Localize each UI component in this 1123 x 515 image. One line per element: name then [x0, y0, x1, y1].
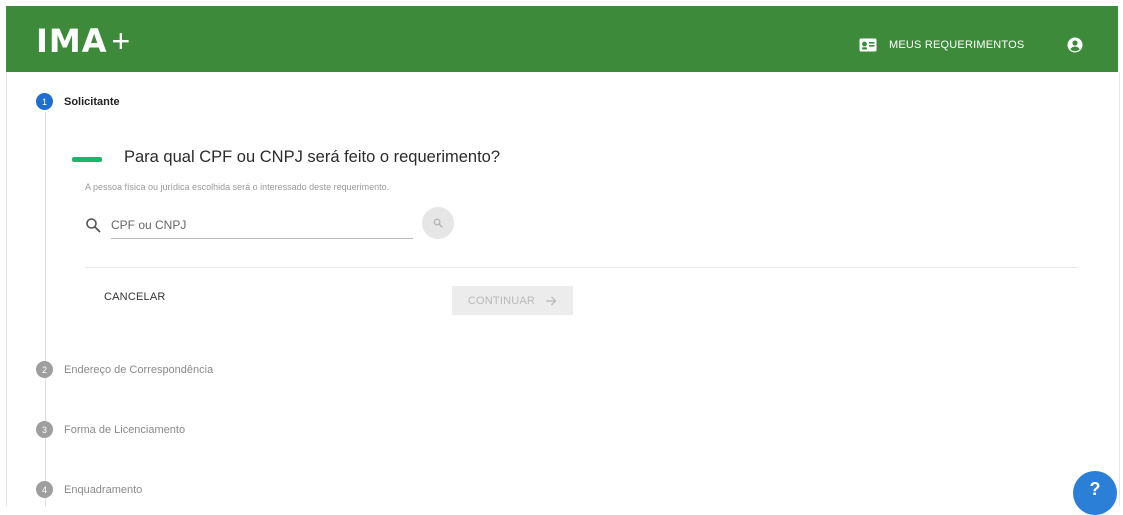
step-label: Solicitante: [64, 95, 120, 108]
step-number-badge: 2: [36, 361, 53, 378]
search-icon: [433, 218, 443, 228]
question-accent-bar: [72, 157, 102, 162]
account-circle-icon[interactable]: [1067, 37, 1083, 53]
cancel-button[interactable]: CANCELAR: [104, 291, 166, 303]
ima-logo[interactable]: IMA +: [36, 24, 130, 58]
step-enquadramento[interactable]: 4 Enquadramento: [36, 481, 142, 498]
my-requests-label: MEUS REQUERIMENTOS: [889, 39, 1025, 51]
top-app-bar: IMA + MEUS REQUERIMENTOS: [6, 6, 1118, 72]
step-number-badge: 3: [36, 421, 53, 438]
help-label: ?: [1089, 479, 1101, 499]
my-requests-link[interactable]: MEUS REQUERIMENTOS: [859, 37, 1024, 53]
continue-button[interactable]: CONTINUAR: [452, 286, 573, 315]
continue-label: CONTINUAR: [467, 294, 536, 307]
cpf-cnpj-input[interactable]: [111, 212, 413, 239]
logo-plus: +: [111, 23, 131, 59]
search-button[interactable]: [422, 207, 454, 239]
search-icon: [86, 218, 101, 233]
help-button[interactable]: ?: [1073, 471, 1117, 515]
stepper-rail: [45, 112, 46, 506]
question-title: Para qual CPF ou CNPJ será feito o reque…: [124, 148, 501, 166]
step-endereco[interactable]: 2 Endereço de Correspondência: [36, 361, 213, 378]
id-card-icon: [859, 38, 877, 52]
step-number-badge: 1: [36, 93, 53, 110]
step-label: Forma de Licenciamento: [64, 423, 186, 436]
step-number-badge: 4: [36, 481, 53, 498]
step-forma-licenciamento[interactable]: 3 Forma de Licenciamento: [36, 421, 185, 438]
logo-text: IMA: [36, 22, 108, 60]
step-solicitante[interactable]: 1 Solicitante: [36, 93, 120, 110]
question-subtitle: A pessoa física ou jurídica escolhida se…: [85, 182, 390, 192]
step-label: Endereço de Correspondência: [64, 363, 214, 376]
cpf-cnpj-search: [85, 212, 415, 240]
form-divider: [85, 267, 1077, 268]
step-label: Enquadramento: [64, 483, 143, 496]
arrow-right-icon: [546, 296, 557, 305]
